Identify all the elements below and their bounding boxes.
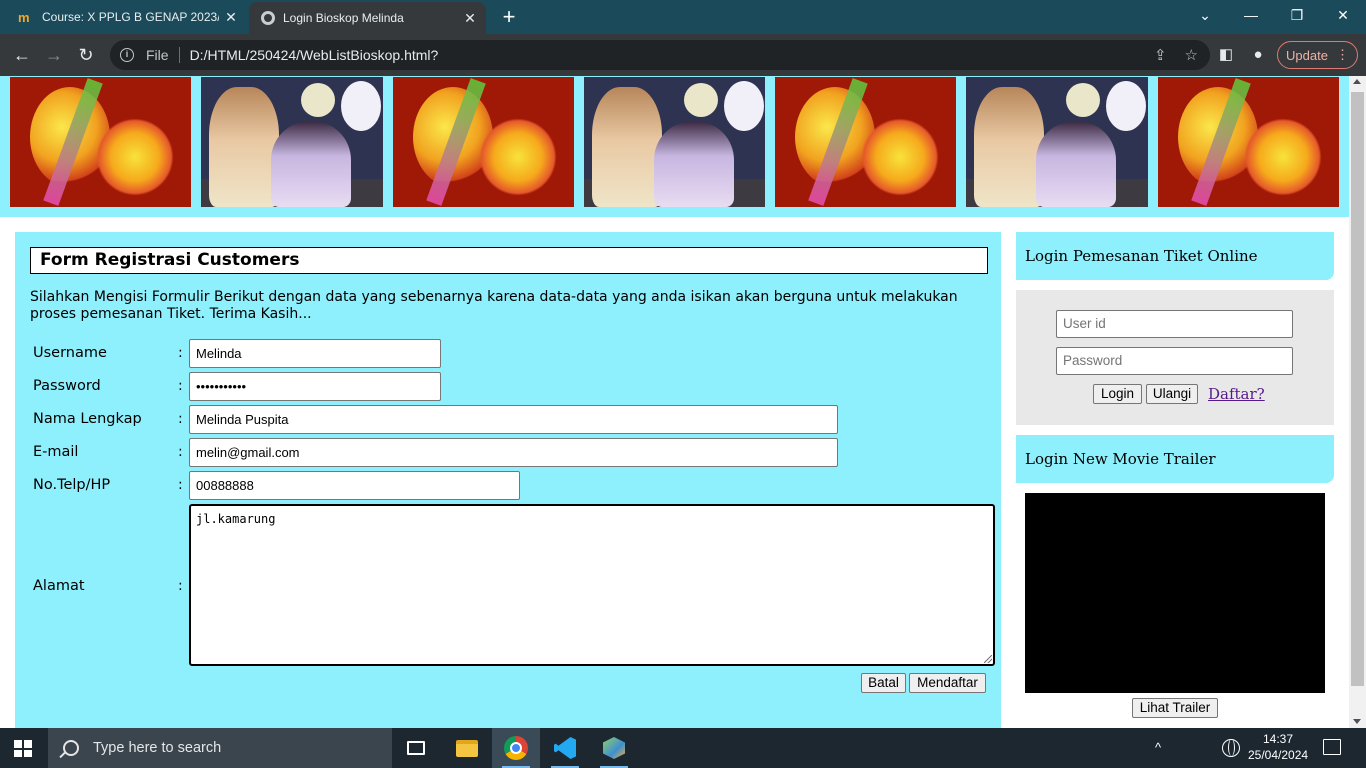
tab-course[interactable]: m Course: X PPLG B GENAP 2023/2024 ✕ [0, 0, 247, 34]
email-label: E-mail [33, 444, 79, 460]
info-icon[interactable]: i [120, 48, 134, 62]
minimize-button[interactable]: — [1228, 0, 1274, 30]
banner [0, 76, 1349, 217]
batal-button[interactable]: Batal [861, 673, 906, 693]
clock-date: 25/04/2024 [1248, 748, 1309, 762]
chrome-icon [504, 736, 528, 760]
alamat-value: jl.kamarung [196, 512, 276, 526]
daftar-link[interactable]: Daftar? [1208, 385, 1265, 403]
tray-chevron-up-icon[interactable]: ^ [1151, 740, 1165, 755]
resize-handle[interactable] [984, 655, 992, 663]
banner-image-dragon [393, 77, 574, 207]
tab-title: Login Bioskop Melinda [283, 11, 404, 25]
colon: : [178, 411, 183, 427]
colon: : [178, 444, 183, 460]
taskbar-clock[interactable]: 14:37 25/04/2024 [1248, 731, 1308, 763]
password-label: Password [33, 378, 101, 394]
scheme-label: File [146, 47, 169, 63]
scroll-up-arrow-icon[interactable] [1353, 79, 1361, 84]
banner-image-anime [201, 77, 383, 207]
globe-icon [261, 11, 275, 25]
nama-lengkap-label: Nama Lengkap [33, 411, 142, 427]
windows-start-icon[interactable] [14, 740, 32, 757]
ulangi-button[interactable]: Ulangi [1146, 384, 1198, 404]
task-view-button[interactable] [392, 728, 440, 768]
alamat-textarea[interactable]: jl.kamarung [189, 504, 995, 666]
userid-input[interactable]: User id [1056, 310, 1293, 338]
app-box-icon [603, 737, 625, 759]
clock-time: 14:37 [1262, 732, 1294, 746]
trailer-video[interactable] [1025, 493, 1325, 693]
url-text[interactable]: D:/HTML/250424/WebListBioskop.html? [190, 47, 439, 63]
page-scrollbar[interactable] [1349, 76, 1366, 728]
trailer-header: Login New Movie Trailer [1016, 435, 1334, 483]
side-panel-icon[interactable]: ◧ [1215, 44, 1237, 66]
folder-icon [456, 739, 478, 757]
colon: : [178, 578, 183, 594]
colon: : [178, 378, 183, 394]
colon: : [178, 345, 183, 361]
alamat-label: Alamat [33, 578, 85, 594]
username-field[interactable]: Melinda [189, 339, 441, 368]
browser-toolbar: ← → ↻ i File D:/HTML/250424/WebListBiosk… [0, 34, 1366, 76]
banner-image-dragon [1158, 77, 1339, 207]
new-tab-button[interactable]: + [496, 4, 522, 30]
page-viewport: Form Registrasi Customers Silahkan Mengi… [0, 76, 1349, 728]
forward-button[interactable]: → [41, 42, 67, 68]
taskbar-search-box[interactable]: Type here to search [48, 728, 392, 768]
nama-lengkap-field[interactable]: Melinda Puspita [189, 405, 838, 434]
tab-search-chevron-icon[interactable]: ⌄ [1182, 0, 1228, 30]
chrome-button[interactable] [492, 728, 540, 768]
tab-title: Course: X PPLG B GENAP 2023/2024 [42, 10, 219, 24]
banner-image-dragon [775, 77, 956, 207]
registration-form-panel: Form Registrasi Customers Silahkan Mengi… [15, 232, 1001, 728]
reload-button[interactable]: ↻ [73, 42, 99, 68]
search-icon [63, 740, 79, 756]
login-header: Login Pemesanan Tiket Online [1016, 232, 1334, 280]
address-bar[interactable]: i File D:/HTML/250424/WebListBioskop.htm… [110, 40, 1210, 70]
moodle-m-icon: m [18, 9, 30, 25]
banner-image-anime [966, 77, 1148, 207]
notification-icon[interactable] [1323, 739, 1341, 755]
file-explorer-button[interactable] [443, 728, 491, 768]
network-globe-icon[interactable] [1222, 739, 1240, 757]
telp-field[interactable]: 00888888 [189, 471, 520, 500]
password-input[interactable]: Password [1056, 347, 1293, 375]
update-label: Update [1286, 47, 1328, 63]
share-icon[interactable]: ⇪ [1154, 46, 1167, 64]
close-window-button[interactable]: ✕ [1320, 0, 1366, 30]
scroll-thumb[interactable] [1351, 92, 1364, 686]
vscode-icon [554, 737, 576, 759]
password-field[interactable]: ••••••••••• [189, 372, 441, 401]
close-icon[interactable]: ✕ [219, 9, 243, 26]
login-button[interactable]: Login [1093, 384, 1142, 404]
back-button[interactable]: ← [9, 42, 35, 68]
mendaftar-button[interactable]: Mendaftar [909, 673, 986, 693]
login-box: User id Password Login Ulangi Daftar? [1016, 290, 1334, 425]
tab-login-bioskop[interactable]: Login Bioskop Melinda ✕ [249, 2, 486, 34]
separator [178, 47, 180, 63]
profile-icon[interactable]: ● [1247, 44, 1269, 66]
close-icon[interactable]: ✕ [458, 10, 482, 27]
colon: : [178, 477, 183, 493]
update-button[interactable]: Update ⋮ [1277, 41, 1358, 69]
vscode-button[interactable] [541, 728, 589, 768]
search-placeholder: Type here to search [93, 740, 222, 756]
banner-image-anime [584, 77, 765, 207]
lihat-trailer-button[interactable]: Lihat Trailer [1132, 698, 1218, 718]
app-button[interactable] [590, 728, 638, 768]
form-title: Form Registrasi Customers [30, 247, 988, 274]
username-label: Username [33, 345, 107, 361]
scroll-down-arrow-icon[interactable] [1353, 719, 1361, 724]
banner-image-dragon [10, 77, 191, 207]
browser-tab-bar: m Course: X PPLG B GENAP 2023/2024 ✕ Log… [0, 0, 1366, 34]
telp-label: No.Telp/HP [33, 477, 111, 493]
bookmark-star-icon[interactable]: ☆ [1185, 46, 1198, 64]
task-view-icon [407, 741, 425, 755]
restore-button[interactable]: ❐ [1274, 0, 1320, 30]
email-field[interactable]: melin@gmail.com [189, 438, 838, 467]
form-intro-text: Silahkan Mengisi Formulir Berikut dengan… [30, 289, 958, 322]
more-menu-icon: ⋮ [1335, 47, 1349, 62]
taskbar: Type here to search ^ 14:37 25/04/2024 [0, 728, 1366, 768]
